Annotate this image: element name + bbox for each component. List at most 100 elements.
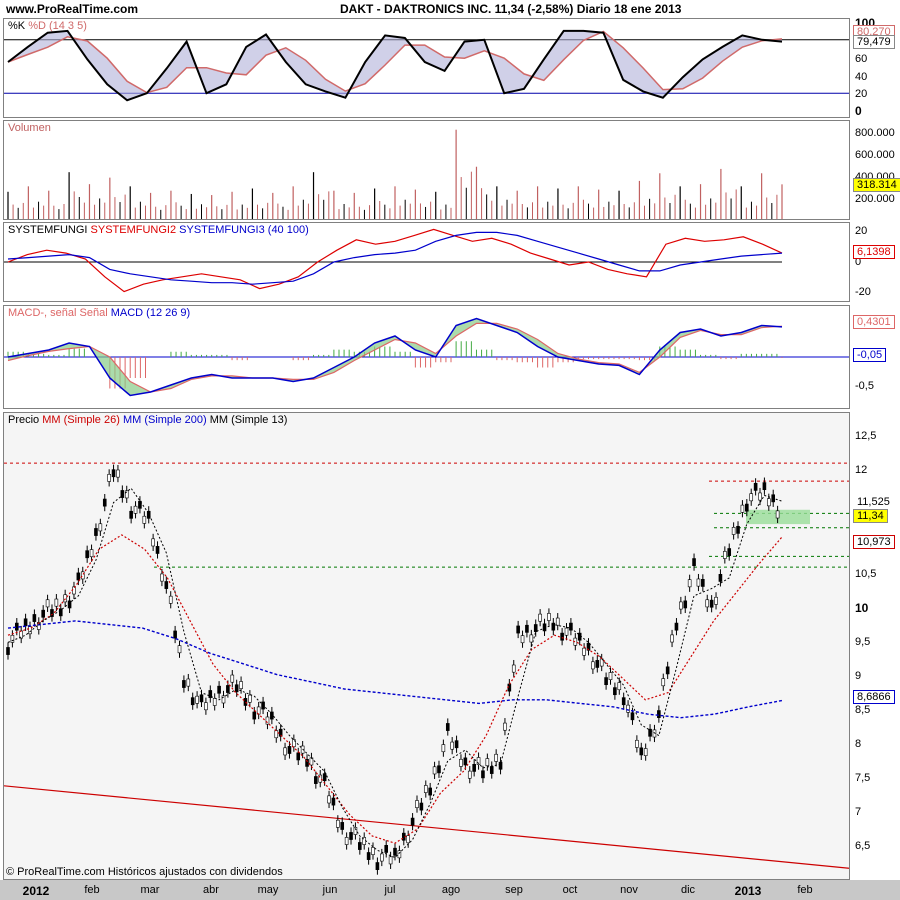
price-candle: [560, 632, 564, 641]
stoch-tick: 40: [855, 71, 868, 83]
x-label: may: [257, 884, 279, 896]
price-candle: [547, 613, 551, 621]
price-last-tag: 11,525: [853, 495, 894, 509]
price-candle: [287, 746, 292, 754]
price-candle: [349, 832, 353, 840]
price-tick: 10: [855, 601, 869, 615]
price-candle: [111, 469, 116, 478]
price-candle: [331, 797, 336, 806]
price-candle: [718, 574, 723, 582]
x-label: 2013: [734, 884, 762, 898]
x-label: nov: [620, 884, 638, 896]
price-candle: [753, 482, 758, 491]
price-candle: [155, 546, 160, 554]
price-candle: [234, 684, 239, 693]
price-candle: [397, 850, 402, 859]
price-candle: [423, 785, 428, 793]
price-candle: [665, 666, 670, 675]
price-candle: [626, 704, 630, 713]
price-candle: [551, 622, 556, 631]
price-candle: [617, 682, 622, 691]
price-candle: [736, 525, 740, 534]
price-candle: [445, 723, 450, 731]
price-candle: [168, 595, 173, 604]
price-candle: [485, 758, 490, 767]
price-candle: [296, 752, 301, 761]
price-candle: [380, 853, 384, 862]
ma200-value-tag: 8,6866: [853, 690, 895, 704]
price-candle: [265, 716, 270, 725]
price-candle: [204, 702, 208, 711]
price-candle: [50, 609, 54, 617]
price-candle: [76, 572, 81, 581]
price-candle: [186, 678, 191, 687]
price-candle: [516, 625, 520, 634]
fungi-tick: -20: [855, 286, 871, 298]
volume-tick: 600.000: [855, 149, 895, 161]
price-tick: 7,5: [855, 772, 871, 784]
fungi-panel: SYSTEMFUNGI SYSTEMFUNGI2 SYSTEMFUNGI3 (4…: [3, 222, 850, 302]
price-candle: [595, 660, 600, 668]
price-candle: [358, 842, 362, 850]
price-candle: [643, 748, 648, 756]
fungi-series-0: [7, 228, 783, 293]
price-candle: [274, 730, 279, 739]
volume-panel: Volumen: [3, 120, 850, 220]
stoch-panel: %K %D (14 3 5): [3, 18, 850, 118]
price-candle: [252, 711, 257, 720]
price-candle: [248, 694, 252, 703]
price-candle: [142, 515, 147, 524]
price-candle: [199, 694, 204, 703]
price-candle: [437, 765, 441, 774]
price-candle: [428, 787, 432, 796]
price-candle: [63, 594, 67, 603]
price-candle: [195, 695, 199, 704]
price-candle: [696, 578, 701, 587]
volume-axis: 800.000 600.000 400.000 200.000 318.314: [851, 120, 900, 220]
price-candle: [670, 634, 674, 643]
price-candle: [23, 618, 28, 627]
fungi-axis: 20 0 -20 6,1398: [851, 222, 900, 302]
fungi-plot: [4, 228, 783, 293]
price-candle: [705, 599, 710, 608]
price-candle: [555, 617, 560, 626]
x-label: abr: [203, 884, 219, 896]
price-candle: [226, 685, 230, 693]
price-candle: [613, 687, 617, 696]
chart-title: DAKT - DAKTRONICS INC. 11,34 (-2,58%) Di…: [340, 2, 682, 16]
price-candle: [393, 847, 397, 856]
price-candle: [98, 523, 103, 532]
price-candle: [85, 550, 89, 559]
price-candle: [340, 822, 345, 830]
price-candle: [630, 712, 635, 721]
price-candle: [217, 685, 221, 694]
price-tick: 6,5: [855, 840, 871, 852]
price-candle: [621, 697, 626, 706]
macd-axis: -0,5 0,4301 -0,05: [851, 305, 900, 409]
price-axis: 12,5 12 11 10,5 10 9,5 9 8,5 8 7,5 7 6,5…: [851, 412, 900, 880]
price-candle: [366, 852, 371, 860]
price-candle: [371, 847, 375, 855]
price-candle: [533, 624, 538, 632]
price-tick: 9,5: [855, 636, 871, 648]
ma26-value-tag: 10,973: [853, 535, 895, 549]
price-candle: [529, 634, 534, 643]
x-label: jul: [384, 884, 396, 896]
price-candle: [525, 624, 529, 633]
price-candle: [775, 510, 780, 519]
price-candle: [41, 609, 45, 618]
price-plot: [4, 462, 849, 875]
price-candle: [283, 747, 287, 756]
price-candle: [419, 802, 424, 811]
x-label: dic: [680, 884, 696, 896]
price-candle: [740, 504, 745, 513]
price-candle: [322, 773, 327, 782]
site-name[interactable]: www.ProRealTime.com: [6, 2, 138, 16]
price-candle: [679, 601, 683, 610]
fungi-tick: 20: [855, 225, 868, 237]
price-candle: [67, 600, 72, 609]
x-label: ago: [441, 884, 461, 896]
price-candle: [116, 469, 120, 478]
price-candle: [459, 758, 463, 767]
price-candle: [520, 635, 525, 644]
